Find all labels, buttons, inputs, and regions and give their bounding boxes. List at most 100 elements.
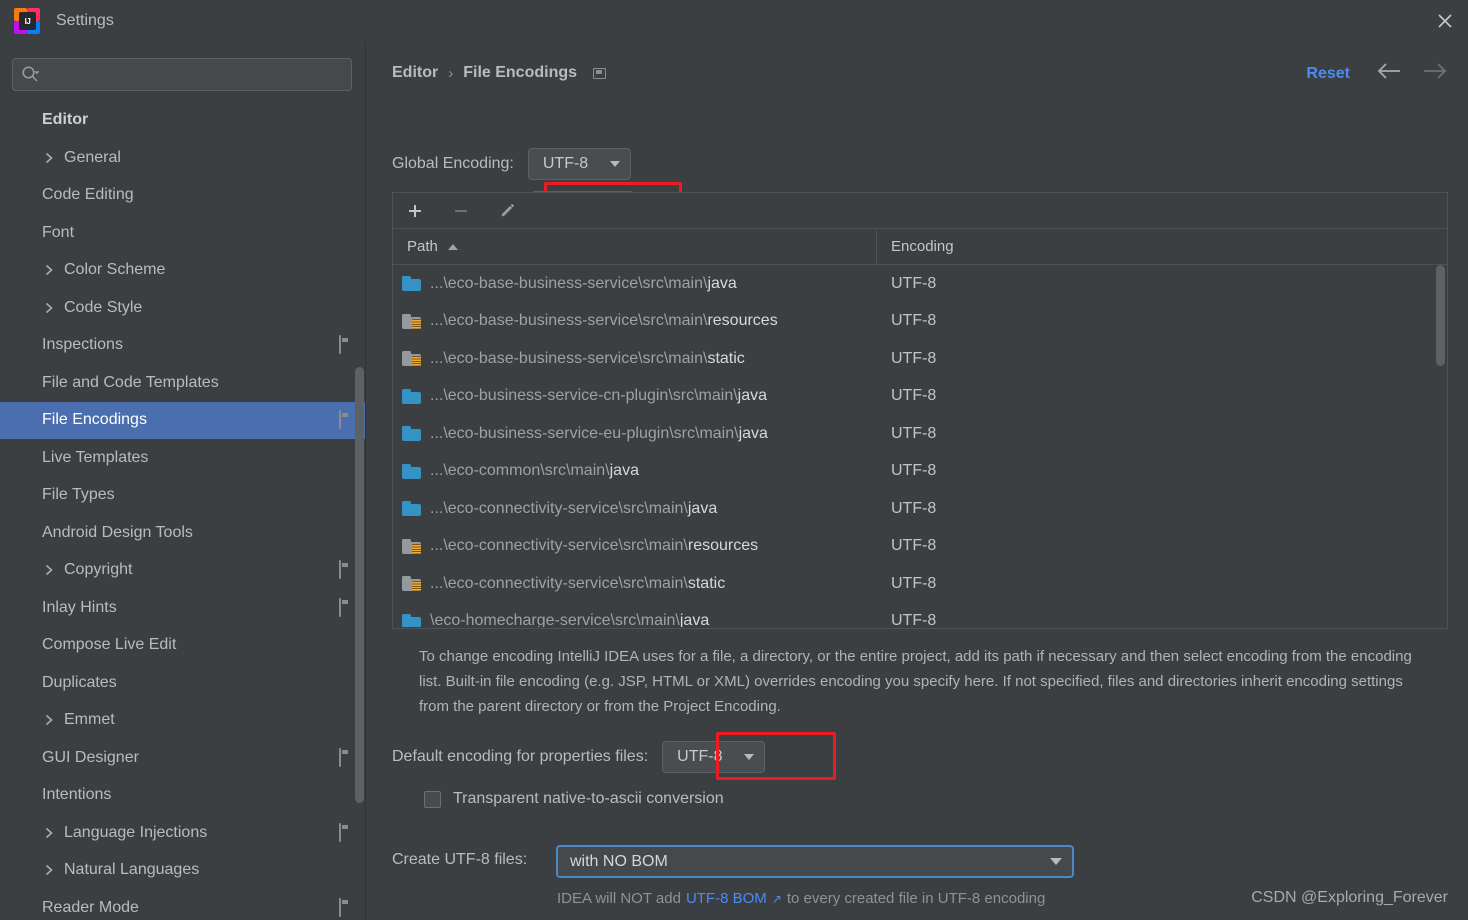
folder-resources-icon [402, 351, 421, 367]
sidebar-item-label: Emmet [64, 711, 115, 729]
chevron-right-icon[interactable] [44, 715, 54, 726]
table-row[interactable]: ...\eco-connectivity-service\src\main\st… [393, 565, 1447, 603]
breadcrumb-separator: › [448, 64, 454, 82]
row-encoding: UTF-8 [891, 349, 937, 367]
sidebar-item-color-scheme[interactable]: Color Scheme [0, 252, 365, 290]
transparent-conversion-row[interactable]: Transparent native-to-ascii conversion [424, 790, 724, 808]
breadcrumb-root[interactable]: Editor [392, 64, 438, 82]
sidebar-item-font[interactable]: Font [0, 214, 365, 252]
chevron-right-icon[interactable] [44, 827, 54, 838]
row-path-prefix: ...\eco-common\src\main\ [430, 462, 610, 480]
row-path-tail: resources [687, 537, 759, 555]
plus-icon[interactable] [403, 199, 427, 223]
table-row[interactable]: ...\eco-connectivity-service\src\main\re… [393, 528, 1447, 566]
sidebar-item-android-design-tools[interactable]: Android Design Tools [0, 514, 365, 552]
table-scrollbar-track[interactable] [1434, 265, 1447, 627]
default-properties-encoding-value: UTF-8 [677, 748, 723, 765]
row-path-tail: static [687, 574, 726, 592]
row-encoding: UTF-8 [891, 499, 937, 517]
row-path: ...\eco-base-business-service\src\main\s… [430, 350, 745, 368]
row-path-prefix: ...\eco-base-business-service\src\main\ [430, 274, 708, 292]
sidebar-item-file-and-code-templates[interactable]: File and Code Templates [0, 364, 365, 402]
table-body: ...\eco-base-business-service\src\main\ j… [393, 265, 1447, 627]
transparent-conversion-checkbox[interactable] [424, 790, 441, 808]
sidebar-item-inlay-hints[interactable]: Inlay Hints [0, 589, 365, 627]
sidebar-item-duplicates[interactable]: Duplicates [0, 664, 365, 702]
table-row[interactable]: \eco-homecharge-service\src\main\java UTF… [393, 603, 1447, 627]
reset-button[interactable]: Reset [1306, 65, 1350, 83]
table-toolbar [393, 193, 1447, 229]
column-header-encoding[interactable]: Encoding [877, 229, 1447, 264]
table-row[interactable]: ...\eco-base-business-service\src\main\j… [393, 265, 1447, 303]
sidebar-item-reader-mode[interactable]: Reader Mode [0, 889, 365, 920]
sidebar-item-label: Live Templates [42, 448, 149, 466]
sidebar-item-label: Copyright [64, 561, 133, 579]
sidebar-item-inspections[interactable]: Inspections [0, 327, 365, 365]
breadcrumb: Editor › File Encodings [392, 64, 607, 82]
search-input[interactable] [46, 66, 343, 83]
chevron-right-icon[interactable] [44, 302, 54, 313]
sidebar-item-compose-live-edit[interactable]: Compose Live Edit [0, 627, 365, 665]
sidebar-item-file-encodings[interactable]: File Encodings [0, 401, 365, 439]
arrow-right-icon[interactable] [1422, 62, 1448, 80]
table-scrollbar-thumb[interactable] [1436, 265, 1445, 366]
sidebar-item-live-templates[interactable]: Live Templates [0, 439, 365, 477]
default-properties-encoding-combo[interactable]: UTF-8 [662, 741, 766, 773]
sidebar-item-label: Intentions [42, 786, 112, 804]
table-row[interactable]: ...\eco-base-business-service\src\main\s… [393, 340, 1447, 378]
sidebar-item-copyright[interactable]: Copyright [0, 552, 365, 590]
bom-hint-prefix: IDEA will NOT add [557, 890, 681, 907]
row-path: ...\eco-business-service-eu-plugin\src\m… [430, 425, 768, 443]
chevron-right-icon[interactable] [44, 265, 54, 276]
pencil-icon[interactable] [495, 199, 519, 223]
row-path-prefix: ...\eco-connectivity-service\src\main\ [430, 574, 688, 592]
column-header-path[interactable]: Path [393, 229, 877, 264]
arrow-left-icon[interactable] [1376, 62, 1402, 80]
sidebar-item-language-injections[interactable]: Language Injections [0, 814, 365, 852]
sidebar-item-gui-designer[interactable]: GUI Designer [0, 739, 365, 777]
row-path: ...\eco-connectivity-service\src\main\st… [430, 575, 725, 593]
row-path-tail: java [679, 612, 710, 627]
sidebar-item-label: Code Style [64, 298, 143, 316]
project-scope-icon [339, 897, 341, 917]
chevron-down-icon [609, 161, 620, 167]
sidebar-item-code-editing[interactable]: Code Editing [0, 177, 365, 215]
sidebar-item-label: Natural Languages [64, 861, 200, 879]
global-encoding-combo[interactable]: UTF-8 [527, 148, 631, 180]
row-encoding: UTF-8 [891, 537, 937, 555]
table-row[interactable]: ...\eco-business-service-eu-plugin\src\m… [393, 415, 1447, 453]
sidebar-item-emmet[interactable]: Emmet [0, 702, 365, 740]
row-path: ...\eco-connectivity-service\src\main\re… [430, 537, 758, 555]
create-utf8-combo[interactable]: with NO BOM [556, 845, 1074, 878]
sidebar-item-file-types[interactable]: File Types [0, 477, 365, 515]
table-row[interactable]: ...\eco-base-business-service\src\main\r… [393, 303, 1447, 341]
chevron-right-icon[interactable] [44, 565, 54, 576]
search-box[interactable] [12, 58, 352, 91]
folder-icon [402, 501, 421, 517]
minus-icon[interactable] [449, 199, 473, 223]
row-path: ...\eco-base-business-service\src\main\j… [430, 275, 737, 293]
chevron-right-icon[interactable] [44, 865, 54, 876]
sidebar-item-intentions[interactable]: Intentions [0, 777, 365, 815]
sidebar-item-code-style[interactable]: Code Style [0, 289, 365, 327]
table-row[interactable]: ...\eco-connectivity-service\src\main\ja… [393, 490, 1447, 528]
row-encoding: UTF-8 [891, 612, 937, 627]
sidebar-scrollbar-thumb[interactable] [355, 367, 364, 803]
project-scope-icon [339, 597, 341, 617]
row-path: ...\eco-business-service-cn-plugin\src\m… [430, 387, 767, 405]
row-path-prefix: \eco-homecharge-service\src\main\ [430, 612, 680, 627]
table-row[interactable]: ...\eco-common\src\main\java UTF-8 [393, 453, 1447, 491]
sidebar-item-label: Language Injections [64, 823, 208, 841]
sidebar-item-label: Reader Mode [42, 898, 139, 916]
sidebar-item-natural-languages[interactable]: Natural Languages [0, 852, 365, 890]
project-scope-icon [339, 747, 341, 767]
sidebar-item-label: GUI Designer [42, 748, 139, 766]
table-row[interactable]: ...\eco-business-service-cn-plugin\src\m… [393, 378, 1447, 416]
search-icon [21, 65, 40, 84]
sidebar-item-general[interactable]: General [0, 139, 365, 177]
bom-hint-link[interactable]: UTF-8 BOM [686, 890, 767, 907]
chevron-right-icon[interactable] [44, 152, 54, 163]
row-path: \eco-homecharge-service\src\main\java [430, 612, 709, 627]
close-icon[interactable] [1422, 0, 1468, 42]
file-encodings-table: Path Encoding ...\eco-base-business-serv… [392, 192, 1448, 629]
